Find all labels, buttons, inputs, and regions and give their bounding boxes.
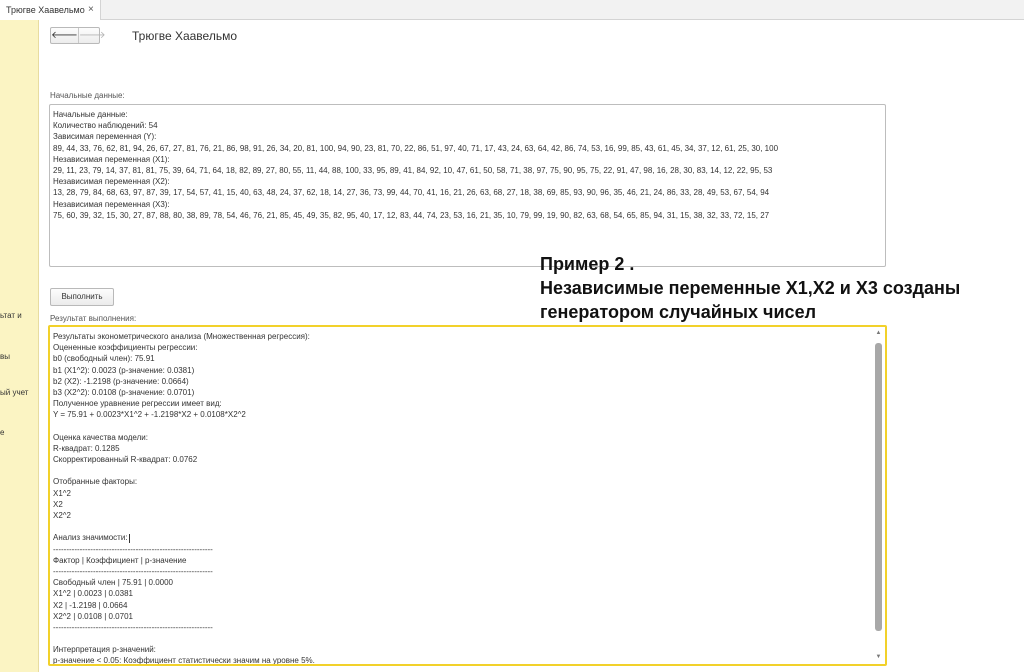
annotation-line: Пример 2 . xyxy=(540,254,635,274)
result-line: p-значение < 0.05: Коэффициент статистич… xyxy=(53,656,315,666)
result-line: ----------------------------------------… xyxy=(53,566,213,576)
input-data-field[interactable]: Начальные данные: Количество наблюдений: … xyxy=(49,104,886,267)
example-annotation: Пример 2 . Независимые переменные X1,X2 … xyxy=(540,252,960,324)
result-line xyxy=(53,633,871,644)
annotation-line: генератором случайных чисел xyxy=(540,302,817,322)
input-line: 13, 28, 79, 84, 68, 63, 97, 87, 39, 17, … xyxy=(53,188,770,198)
result-line: ----------------------------------------… xyxy=(53,544,213,554)
run-button[interactable]: Выполнить xyxy=(50,288,114,306)
result-output-field[interactable]: Результаты эконометрического анализа (Мн… xyxy=(48,325,887,666)
input-line: Независимая переменная (X2): xyxy=(53,177,170,187)
sidebar-item-accounting[interactable]: ый учет xyxy=(0,388,28,397)
result-line: Скорректированный R-квадрат: 0.0762 xyxy=(53,455,198,465)
annotation-line: Независимые переменные X1,X2 и X3 создан… xyxy=(540,278,961,298)
result-line xyxy=(53,421,871,432)
sidebar: ьтат и вы ый учет е xyxy=(0,20,39,672)
result-line: Фактор | Коэффициент | p-значение xyxy=(53,555,187,565)
result-line: R-квадрат: 0.1285 xyxy=(53,443,120,453)
page-title: Трюгве Хаавельмо xyxy=(132,29,237,43)
result-line: Отобранные факторы: xyxy=(53,477,138,487)
result-line: Свободный член | 75.91 | 0.0000 xyxy=(53,578,174,588)
input-line: 89, 44, 33, 76, 62, 81, 94, 26, 67, 27, … xyxy=(53,143,779,153)
result-line: b2 (X2): -1.2198 (p-значение: 0.0664) xyxy=(53,376,189,386)
input-line: Количество наблюдений: 54 xyxy=(53,121,158,131)
result-line: X1^2 | 0.0023 | 0.0381 xyxy=(53,589,133,599)
result-line: Оценка качества модели: xyxy=(53,432,148,442)
close-icon[interactable]: × xyxy=(88,4,94,15)
result-line xyxy=(53,465,871,476)
input-lines: Начальные данные: Количество наблюдений: … xyxy=(53,109,882,221)
tab-bar: Трюгве Хаавельмо × xyxy=(0,0,1024,20)
result-lines: Результаты эконометрического анализа (Мн… xyxy=(53,331,871,666)
result-line xyxy=(53,521,871,532)
result-line: X2 | -1.2198 | 0.0664 xyxy=(53,600,128,610)
input-line: 29, 11, 23, 79, 14, 37, 81, 81, 75, 39, … xyxy=(53,166,773,176)
result-line: Интерпретация p-значений: xyxy=(53,645,156,655)
sidebar-item-4[interactable]: е xyxy=(0,428,4,437)
input-line: 75, 60, 39, 32, 15, 30, 27, 87, 88, 80, … xyxy=(53,210,770,220)
input-label: Начальные данные: xyxy=(50,91,125,100)
input-line: Начальные данные: xyxy=(53,110,128,119)
tab-haavelmo[interactable]: Трюгве Хаавельмо × xyxy=(0,0,101,20)
scroll-down-icon[interactable]: ▼ xyxy=(874,653,883,662)
result-line: b1 (X1^2): 0.0023 (p-значение: 0.0381) xyxy=(53,365,195,375)
input-line: Независимая переменная (X1): xyxy=(53,154,170,164)
result-line: Анализ значимости: xyxy=(53,533,130,543)
result-label: Результат выполнения: xyxy=(50,314,137,323)
result-line: X1^2 xyxy=(53,488,71,498)
result-line: Результаты эконометрического анализа (Мн… xyxy=(53,332,310,341)
forward-arrow-icon[interactable]: 🡒 xyxy=(79,28,106,43)
result-line: b0 (свободный член): 75.91 xyxy=(53,354,155,364)
input-line: Независимая переменная (X3): xyxy=(53,199,170,209)
result-line: Полученное уравнение регрессии имеет вид… xyxy=(53,399,222,409)
history-nav: 🡐 🡒 xyxy=(50,27,106,44)
result-line: X2^2 xyxy=(53,511,71,520)
sidebar-item-result[interactable]: ьтат и xyxy=(0,311,22,320)
sidebar-item-2[interactable]: вы xyxy=(0,352,10,361)
result-line: ----------------------------------------… xyxy=(53,622,213,632)
vertical-scrollbar[interactable]: ▲ ▼ xyxy=(874,329,883,662)
result-line: Оцененные коэффициенты регрессии: xyxy=(53,343,198,353)
tab-label: Трюгве Хаавельмо xyxy=(6,5,85,15)
back-arrow-icon[interactable]: 🡐 xyxy=(51,28,79,43)
result-line: b3 (X2^2): 0.0108 (p-значение: 0.0701) xyxy=(53,387,195,397)
scrollbar-thumb[interactable] xyxy=(875,343,882,631)
input-line: Зависимая переменная (Y): xyxy=(53,132,157,142)
result-line: X2^2 | 0.0108 | 0.0701 xyxy=(53,611,133,621)
result-line: Y = 75.91 + 0.0023*X1^2 + -1.2198*X2 + 0… xyxy=(53,410,246,420)
text-cursor xyxy=(128,533,130,543)
scroll-up-icon[interactable]: ▲ xyxy=(874,329,883,338)
result-line: X2 xyxy=(53,499,63,509)
